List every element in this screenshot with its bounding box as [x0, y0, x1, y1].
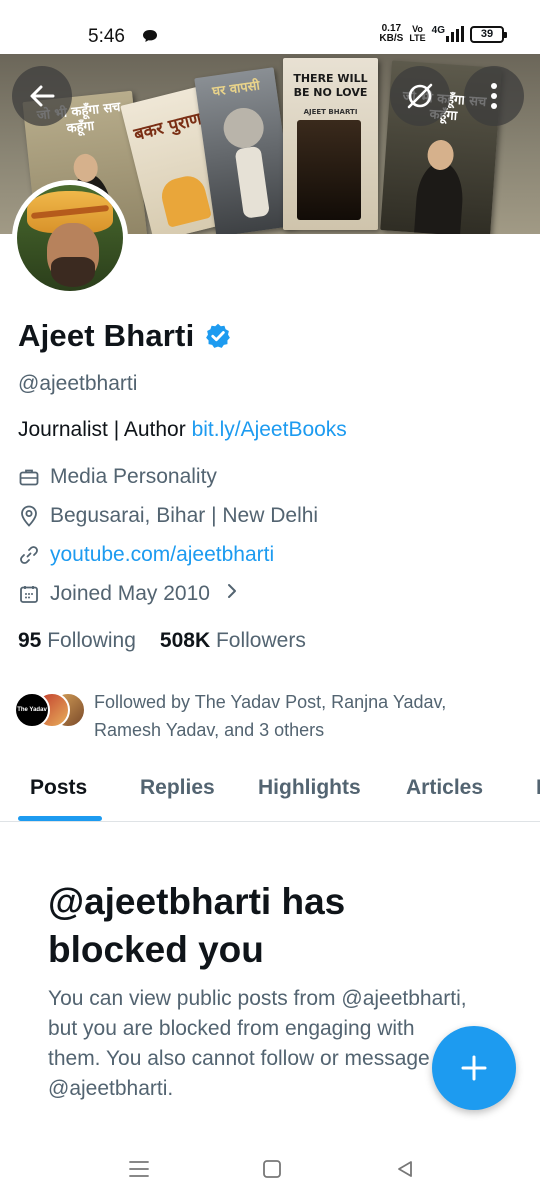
status-bar: 5:46 0.17 KB/S Vo LTE 4G 39 [0, 0, 540, 54]
profile-tabs: Posts Replies Highlights Articles M [0, 756, 540, 822]
plus-icon [461, 1055, 487, 1081]
followed-by-avatars: The Yadav Post [14, 692, 86, 730]
blocked-title: @ajeetbharti has blocked you [48, 881, 346, 970]
followed-by-text: Followed by The Yadav Post, Ranjna Yadav… [94, 692, 447, 740]
profile-handle: @ajeetbharti [18, 372, 138, 395]
grok-button[interactable] [390, 66, 450, 126]
profile-name-row: Ajeet Bharti [18, 318, 232, 354]
back-button[interactable] [12, 66, 72, 126]
bio-link[interactable]: bit.ly/AjeetBooks [192, 418, 347, 441]
system-nav-bar [0, 1140, 540, 1200]
home-button[interactable] [257, 1154, 287, 1184]
followers-link[interactable]: 508K Followers [160, 629, 306, 653]
briefcase-icon [18, 466, 40, 488]
display-name: Ajeet Bharti [18, 318, 195, 353]
menu-lines-icon [129, 1161, 149, 1177]
signal-strength-icon: 4G [432, 26, 464, 42]
system-back-button[interactable] [390, 1154, 420, 1184]
profile-avatar[interactable] [12, 180, 128, 296]
volte-indicator: Vo LTE [409, 24, 426, 43]
followed-by[interactable]: The Yadav Post Followed by The Yadav Pos… [14, 688, 514, 744]
triangle-back-icon [398, 1161, 412, 1177]
grok-icon [407, 83, 433, 109]
status-icons: 0.17 KB/S Vo LTE 4G 39 [379, 23, 507, 44]
following-link[interactable]: 95 Following [18, 629, 136, 653]
profile-website[interactable]: youtube.com/ajeetbharti [18, 543, 274, 567]
recents-button[interactable] [124, 1154, 154, 1184]
square-icon [263, 1160, 281, 1178]
compose-button[interactable] [432, 1026, 516, 1110]
active-tab-indicator [18, 816, 102, 821]
profile-joined-date[interactable]: Joined May 2010 [18, 582, 238, 606]
network-speed: 0.17 KB/S [379, 23, 404, 44]
calendar-icon [18, 583, 40, 605]
tab-posts[interactable]: Posts [30, 776, 87, 800]
tab-highlights[interactable]: Highlights [258, 776, 361, 800]
verified-badge-icon[interactable] [204, 322, 232, 350]
tab-media[interactable]: M [536, 776, 540, 800]
banner-book-4: THERE WILL BE NO LOVE AJEET BHARTI [283, 58, 378, 230]
message-notification-icon [142, 29, 158, 48]
location-pin-icon [18, 505, 40, 527]
chevron-right-icon [226, 582, 238, 606]
more-options-button[interactable] [464, 66, 524, 126]
more-vertical-icon [491, 83, 497, 109]
follow-stats: 95 Following 508K Followers [18, 629, 306, 653]
link-icon [18, 544, 40, 566]
follower-avatar: The Yadav Post [14, 692, 50, 728]
profile-bio: Journalist | Author bit.ly/AjeetBooks [18, 418, 347, 441]
profile-location: Begusarai, Bihar | New Delhi [18, 504, 318, 528]
profile-category: Media Personality [18, 465, 217, 489]
blocked-message: You can view public posts from @ajeetbha… [48, 987, 467, 1100]
arrow-left-icon [30, 85, 55, 107]
tab-replies[interactable]: Replies [140, 776, 215, 800]
status-time: 5:46 [88, 26, 125, 47]
battery-icon: 39 [470, 25, 507, 43]
tab-articles[interactable]: Articles [406, 776, 483, 800]
